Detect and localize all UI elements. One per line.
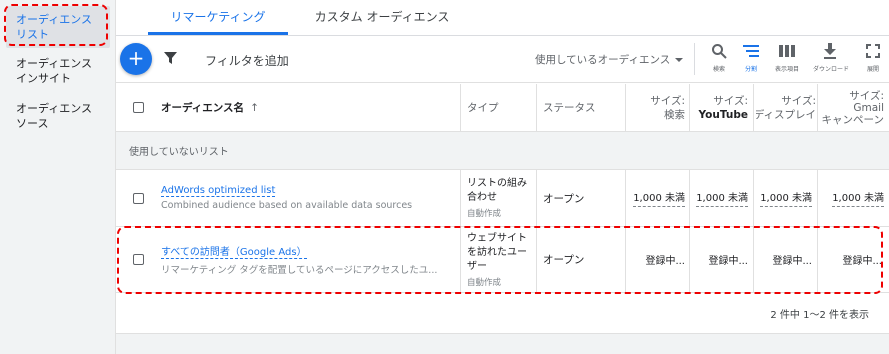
columns-button[interactable]: 表示項目 <box>770 41 804 73</box>
chevron-down-icon <box>675 58 684 62</box>
tab-remarketing[interactable]: リマーケティング <box>148 0 288 35</box>
header-line: キャンペーン <box>821 113 884 126</box>
size-value[interactable]: 1,000 未満 <box>760 189 812 207</box>
header-line: サイズ: <box>713 94 748 107</box>
column-divider <box>536 170 537 226</box>
column-divider <box>536 84 537 131</box>
pagination-summary: 2 件中 1～2 件を表示 <box>770 310 869 321</box>
annotation-highlight-row <box>117 226 883 294</box>
sidebar-item-audience-sources[interactable]: オーディエンス ソース <box>6 95 110 137</box>
sidebar-item-label: オーディエンス <box>16 57 93 70</box>
columns-icon <box>770 41 804 61</box>
size-youtube-cell: 1,000 未満 <box>690 170 748 226</box>
header-line: サイズ: <box>781 94 816 107</box>
download-button[interactable]: ダウンロード <box>813 41 850 73</box>
expand-label: 展開 <box>866 66 879 73</box>
annotation-highlight-sidebar <box>4 4 108 46</box>
type-text: 合わせ <box>467 192 497 203</box>
audience-select-value: 使用しているオーディエンス <box>535 54 671 66</box>
download-icon <box>813 41 847 61</box>
segment-label: 分割 <box>744 66 757 73</box>
column-header-name[interactable]: オーディエンス名 ↑ <box>161 84 259 131</box>
type-text: リストの組み <box>467 178 527 189</box>
table-row: AdWords optimized list Combined audience… <box>116 170 889 227</box>
search-button[interactable]: 検索 <box>702 41 736 73</box>
audience-name-link[interactable]: AdWords optimized list <box>161 185 276 197</box>
column-divider <box>753 84 754 131</box>
column-header-name-label: オーディエンス名 <box>161 102 245 114</box>
toolbar-divider <box>694 43 695 75</box>
search-icon <box>702 41 736 61</box>
toolbar: + フィルタを追加 使用しているオーディエンス 検索 分割 表示項目 ダウンロー… <box>116 37 889 83</box>
column-divider <box>817 84 818 131</box>
name-cell: AdWords optimized list Combined audience… <box>161 170 451 226</box>
column-header-size-gmail[interactable]: サイズ: Gmail キャンペーン <box>820 84 884 131</box>
expand-icon <box>856 41 889 61</box>
segment-icon <box>734 41 768 61</box>
search-label: 検索 <box>712 66 725 73</box>
sidebar: オーディエンス リスト オーディエンス インサイト オーディエンス ソース <box>0 0 116 354</box>
tab-bar: リマーケティング カスタム オーディエンス <box>116 0 889 36</box>
sort-arrow-icon: ↑ <box>250 101 259 114</box>
tab-custom-audience[interactable]: カスタム オーディエンス <box>302 0 462 35</box>
size-value[interactable]: 1,000 未満 <box>696 189 748 207</box>
sidebar-item-label: インサイト <box>16 72 71 85</box>
download-label: ダウンロード <box>813 66 850 73</box>
header-line: サイズ: <box>650 94 685 107</box>
add-button[interactable]: + <box>120 43 152 75</box>
add-filter-button[interactable]: フィルタを追加 <box>205 52 289 69</box>
sidebar-item-label: ソース <box>16 117 49 130</box>
filter-icon[interactable] <box>164 52 177 68</box>
header-line: 検索 <box>664 108 685 121</box>
column-divider <box>460 170 461 226</box>
type-cell: リストの組み 合わせ 自動作成 <box>467 170 527 226</box>
sidebar-item-audience-insights[interactable]: オーディエンス インサイト <box>6 50 110 92</box>
type-sub: 自動作成 <box>467 209 502 219</box>
table-header-row: オーディエンス名 ↑ タイプ ステータス サイズ: 検索 サイズ: YouTube … <box>116 84 889 132</box>
status-cell: オープン <box>543 192 585 205</box>
size-search-cell: 1,000 未満 <box>626 170 685 226</box>
audience-description: Combined audience based on available dat… <box>161 200 413 211</box>
header-line: YouTube <box>698 108 748 121</box>
size-value[interactable]: 1,000 未満 <box>832 189 884 207</box>
expand-button[interactable]: 展開 <box>856 41 889 73</box>
size-gmail-cell: 1,000 未満 <box>818 170 884 226</box>
column-header-size-search[interactable]: サイズ: 検索 <box>626 84 685 131</box>
column-header-size-display[interactable]: サイズ: ディスプレイ <box>756 84 816 131</box>
row-checkbox[interactable] <box>133 170 144 226</box>
column-header-size-youtube[interactable]: サイズ: YouTube <box>690 84 748 131</box>
header-line: Gmail <box>853 101 884 114</box>
sidebar-item-label: オーディエンス <box>16 102 93 115</box>
column-header-status[interactable]: ステータス <box>543 84 596 131</box>
footer-bar <box>116 333 889 354</box>
select-all-checkbox[interactable] <box>133 84 144 131</box>
header-line: ディスプレイ <box>756 108 816 121</box>
header-line: サイズ: <box>849 89 884 102</box>
column-divider <box>460 84 461 131</box>
group-label: 使用していないリスト <box>129 147 229 158</box>
group-row: 使用していないリスト <box>116 132 889 170</box>
columns-label: 表示項目 <box>774 66 799 73</box>
size-display-cell: 1,000 未満 <box>754 170 812 226</box>
audience-select[interactable]: 使用しているオーディエンス <box>535 52 684 67</box>
column-header-type[interactable]: タイプ <box>467 84 499 131</box>
segment-button[interactable]: 分割 <box>734 41 768 73</box>
size-value[interactable]: 1,000 未満 <box>633 189 685 207</box>
